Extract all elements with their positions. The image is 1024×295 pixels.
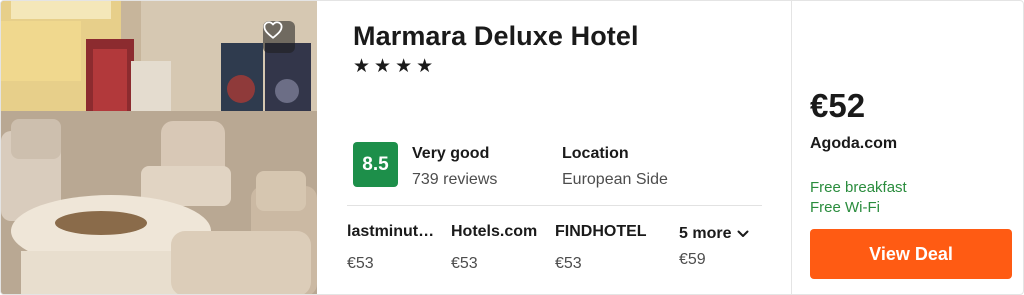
hotel-info: Marmara Deluxe Hotel ★★★★ 8.5 Very good … (317, 1, 791, 294)
perk-free-breakfast: Free breakfast (810, 179, 907, 196)
deal-price[interactable]: €52 (810, 87, 865, 125)
provider-price: €53 (451, 255, 478, 272)
review-score-badge[interactable]: 8.5 (353, 142, 398, 187)
deal-panel: €52 Agoda.com Free breakfast Free Wi-Fi … (791, 1, 1023, 294)
view-deal-button[interactable]: View Deal (810, 229, 1012, 279)
hotel-name[interactable]: Marmara Deluxe Hotel (353, 21, 639, 52)
hotel-result-card[interactable]: Marmara Deluxe Hotel ★★★★ 8.5 Very good … (0, 0, 1024, 295)
provider-name: lastminut… (347, 223, 435, 240)
divider (347, 205, 762, 206)
review-count[interactable]: 739 reviews (412, 171, 497, 189)
provider-name: FINDHOTEL (555, 223, 647, 240)
location-value[interactable]: European Side (562, 171, 668, 189)
provider-offer[interactable]: Hotels.com €53 (451, 223, 546, 273)
chevron-down-icon (737, 230, 749, 237)
provider-offer[interactable]: FINDHOTEL €53 (555, 223, 650, 273)
provider-price: €53 (347, 255, 374, 272)
provider-name: Hotels.com (451, 223, 538, 240)
more-offers-label: 5 more (679, 225, 732, 242)
rating-word[interactable]: Very good (412, 145, 489, 163)
provider-offer[interactable]: lastminut… €53 (347, 223, 442, 273)
heart-outline-icon (263, 21, 283, 39)
more-offers-price: €59 (679, 251, 706, 268)
location-title[interactable]: Location (562, 145, 629, 163)
perk-free-wifi: Free Wi-Fi (810, 199, 880, 216)
star-rating: ★★★★ (353, 56, 438, 77)
deal-provider[interactable]: Agoda.com (810, 135, 897, 153)
favorite-button[interactable] (263, 21, 295, 53)
provider-price: €53 (555, 255, 582, 272)
more-offers-button[interactable]: 5 more (679, 225, 749, 243)
hotel-photo[interactable] (1, 1, 317, 294)
